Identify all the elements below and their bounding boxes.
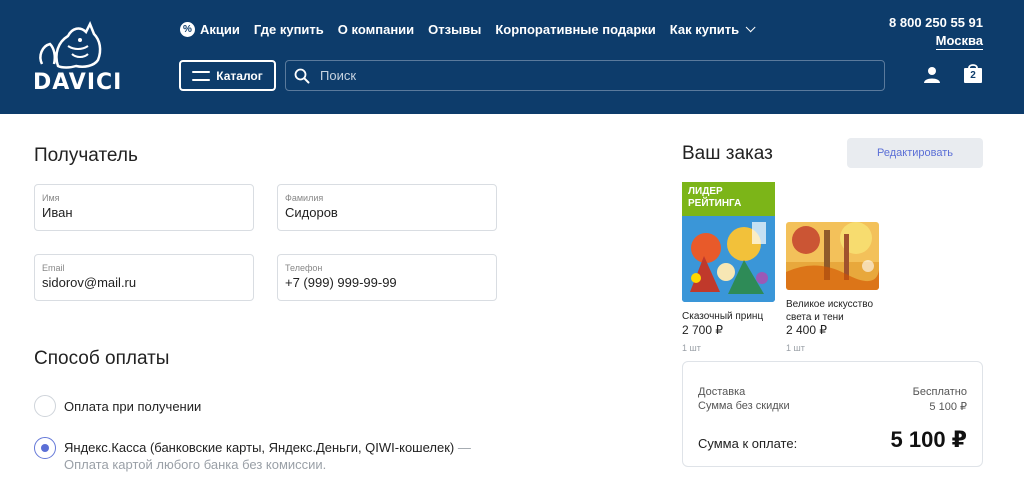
payment-title: Способ оплаты — [34, 348, 170, 369]
city-selector[interactable]: Москва — [935, 33, 983, 50]
total-value: 5 100 ₽ — [890, 427, 967, 452]
phone-number[interactable]: 8 800 250 55 91 — [889, 15, 983, 30]
search-input[interactable] — [320, 68, 860, 83]
search-bar — [285, 60, 885, 91]
field-value: Иван — [42, 205, 73, 220]
user-icon[interactable] — [923, 66, 941, 84]
recipient-title: Получатель — [34, 145, 138, 166]
field-value: +7 (999) 999-99-99 — [285, 275, 397, 290]
nav-item-reviews[interactable]: Отзывы — [428, 22, 481, 37]
davici-logo[interactable]: DAVICI — [28, 20, 124, 95]
product-name[interactable]: Великое искусство света и тени — [786, 298, 881, 324]
product-price: 2 400 ₽ — [786, 323, 827, 337]
subtotal-value: 5 100 ₽ — [929, 401, 967, 413]
first-name-field[interactable]: Имя Иван — [34, 184, 254, 231]
chevron-down-icon — [745, 22, 756, 33]
percent-icon: % — [180, 22, 195, 37]
nav-item-label: Отзывы — [428, 22, 482, 37]
nav-item-corporate-gifts[interactable]: Корпоративные подарки — [495, 22, 655, 37]
subtotal-label: Сумма без скидки — [698, 400, 790, 412]
nav-item-label: Корпоративные подарки — [495, 22, 656, 37]
order-summary: Доставка Бесплатно Сумма без скидки 5 10… — [682, 361, 983, 467]
product-price: 2 700 ₽ — [682, 323, 723, 337]
field-value: Сидоров — [285, 205, 338, 220]
site-header: DAVICI % Акции Где купить О компании Отз… — [0, 0, 1024, 114]
nav-item-label: О компании — [337, 22, 415, 37]
nav-item-how-to-buy[interactable]: Как купить — [669, 22, 756, 37]
nav-item-label: Где купить — [253, 22, 324, 37]
payment-option-yandex-text: Яндекс.Касса (банковские карты, Яндекс.Д… — [64, 440, 455, 455]
menu-icon — [192, 70, 211, 81]
field-label: Телефон — [285, 263, 323, 273]
email-field[interactable]: Email sidorov@mail.ru — [34, 254, 254, 301]
leader-badge: Лидер рейтинга — [682, 182, 775, 216]
field-label: Имя — [42, 193, 60, 203]
cart-count-badge: 2 — [970, 70, 976, 81]
catalog-button-label: Каталог — [216, 68, 263, 83]
edit-order-button[interactable]: Редактировать — [847, 138, 983, 168]
payment-option-yandex-label[interactable]: Яндекс.Касса (банковские карты, Яндекс.Д… — [64, 439, 494, 473]
payment-option-cash-label[interactable]: Оплата при получении — [64, 398, 201, 415]
nav-item-label: Акции — [200, 22, 240, 37]
payment-option-cash-radio[interactable] — [34, 395, 56, 417]
delivery-value: Бесплатно — [912, 386, 967, 398]
logo-text: DAVICI — [33, 70, 123, 95]
product-qty: 1 шт — [786, 343, 805, 353]
field-label: Email — [42, 263, 65, 273]
order-title: Ваш заказ — [682, 143, 773, 164]
search-icon — [294, 68, 310, 83]
product-qty: 1 шт — [682, 343, 701, 353]
delivery-label: Доставка — [698, 386, 746, 398]
painting-image — [786, 222, 879, 290]
nav-item-where-to-buy[interactable]: Где купить — [254, 22, 324, 37]
product-name[interactable]: Сказочный принц — [682, 310, 777, 323]
nav-item-about[interactable]: О компании — [338, 22, 414, 37]
total-label: Сумма к оплате: — [698, 436, 798, 451]
nav-item-label: Как купить — [669, 22, 740, 37]
field-value: sidorov@mail.ru — [42, 275, 137, 290]
product-image-light-and-shadow[interactable] — [786, 222, 879, 290]
nav-item-sales[interactable]: % Акции — [180, 22, 240, 37]
top-nav: % Акции Где купить О компании Отзывы Кор… — [180, 22, 766, 37]
field-label: Фамилия — [285, 193, 324, 203]
payment-option-yandex-radio[interactable] — [34, 437, 56, 459]
phone-field[interactable]: Телефон +7 (999) 999-99-99 — [277, 254, 497, 301]
last-name-field[interactable]: Фамилия Сидоров — [277, 184, 497, 231]
catalog-button[interactable]: Каталог — [179, 60, 276, 91]
